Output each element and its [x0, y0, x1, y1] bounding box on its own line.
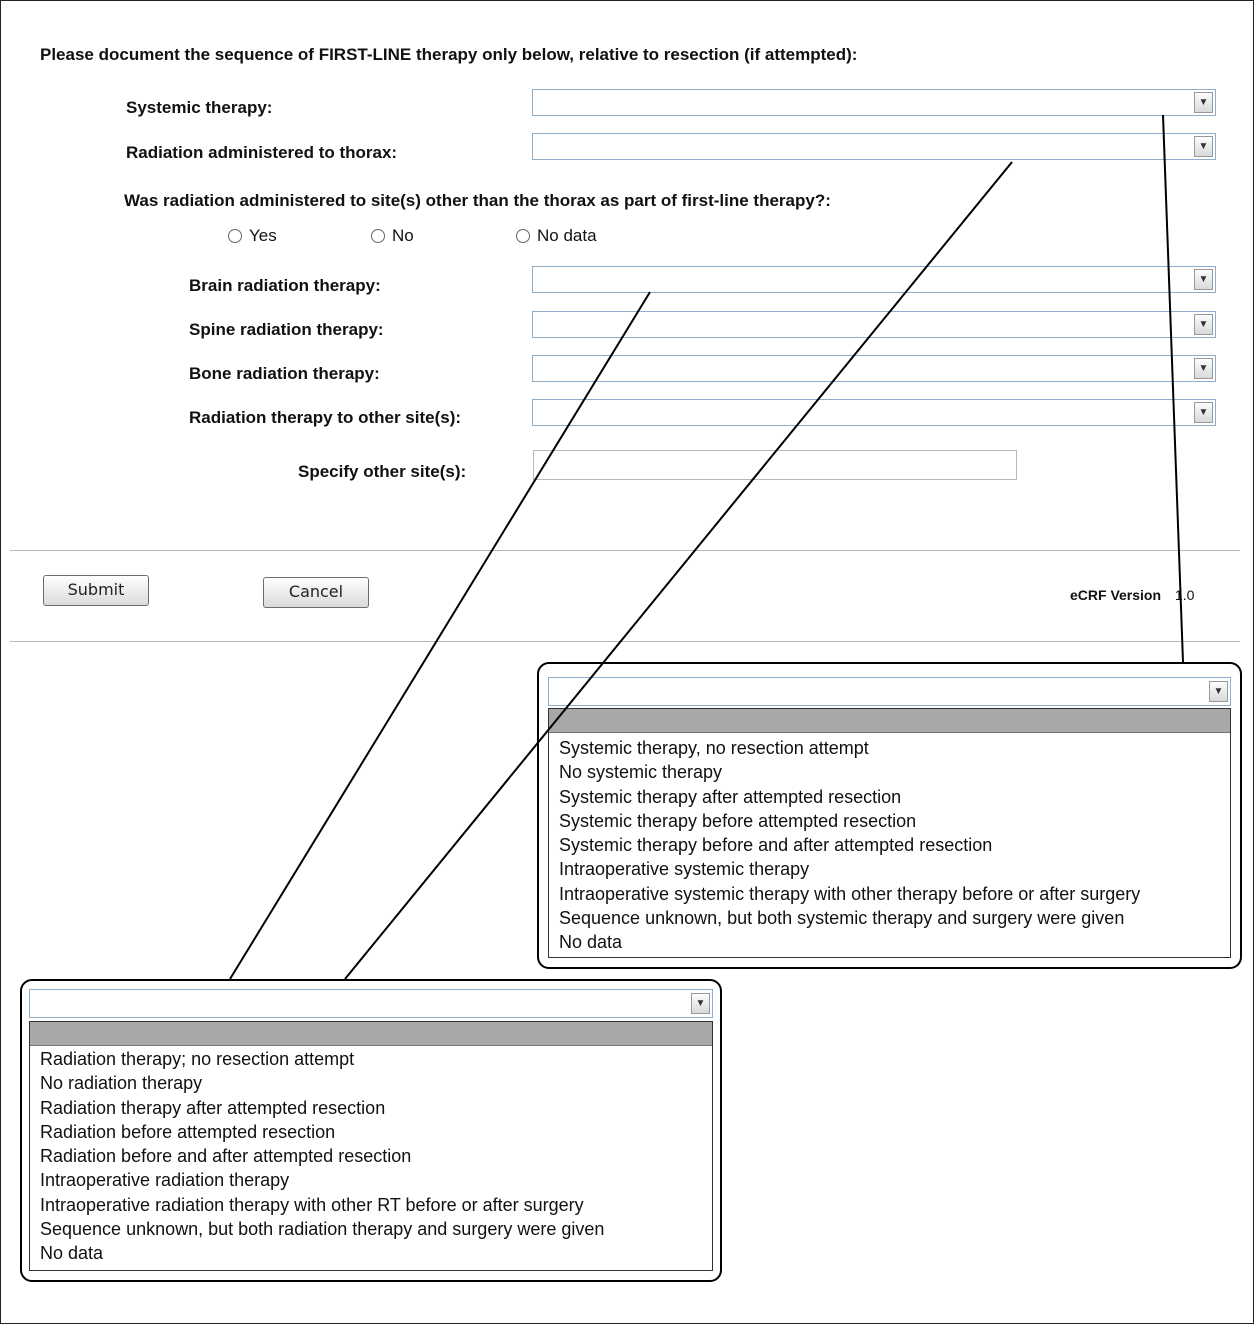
connector-brain	[229, 291, 651, 980]
connector-systemic	[1162, 114, 1184, 663]
connector-lines	[229, 114, 1184, 980]
connector-thorax	[344, 161, 1013, 980]
